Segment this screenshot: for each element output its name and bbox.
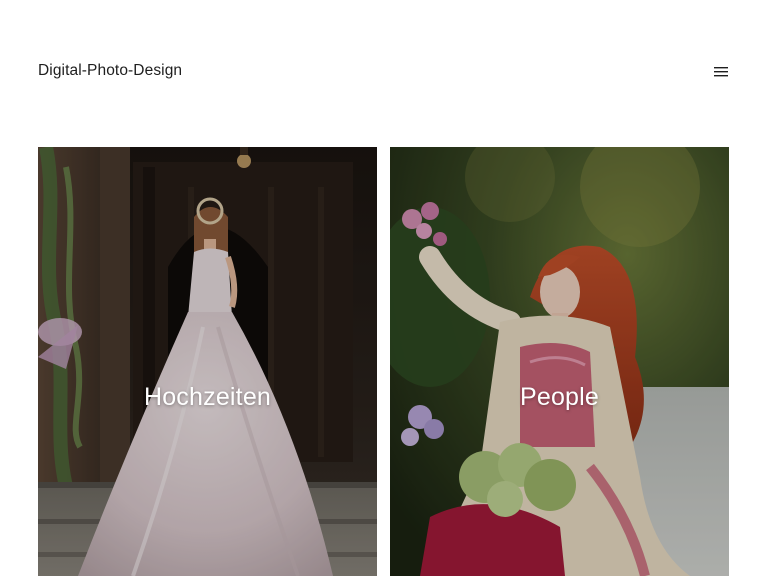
gallery-tile-label: People (519, 383, 600, 411)
site-title-link[interactable]: Digital-Photo-Design (38, 62, 182, 80)
site-header: Digital-Photo-Design (0, 0, 768, 146)
hamburger-menu-icon (714, 67, 728, 77)
gallery-tile-label: Hochzeiten (143, 383, 272, 411)
gallery-tile-people[interactable]: People (390, 147, 729, 576)
gallery-tile-hochzeiten[interactable]: Hochzeiten (38, 147, 377, 576)
menu-toggle-button[interactable] (708, 60, 736, 84)
portfolio-gallery: Hochzeiten People (38, 147, 730, 576)
tile-overlay (390, 147, 729, 576)
tile-overlay (38, 147, 377, 576)
